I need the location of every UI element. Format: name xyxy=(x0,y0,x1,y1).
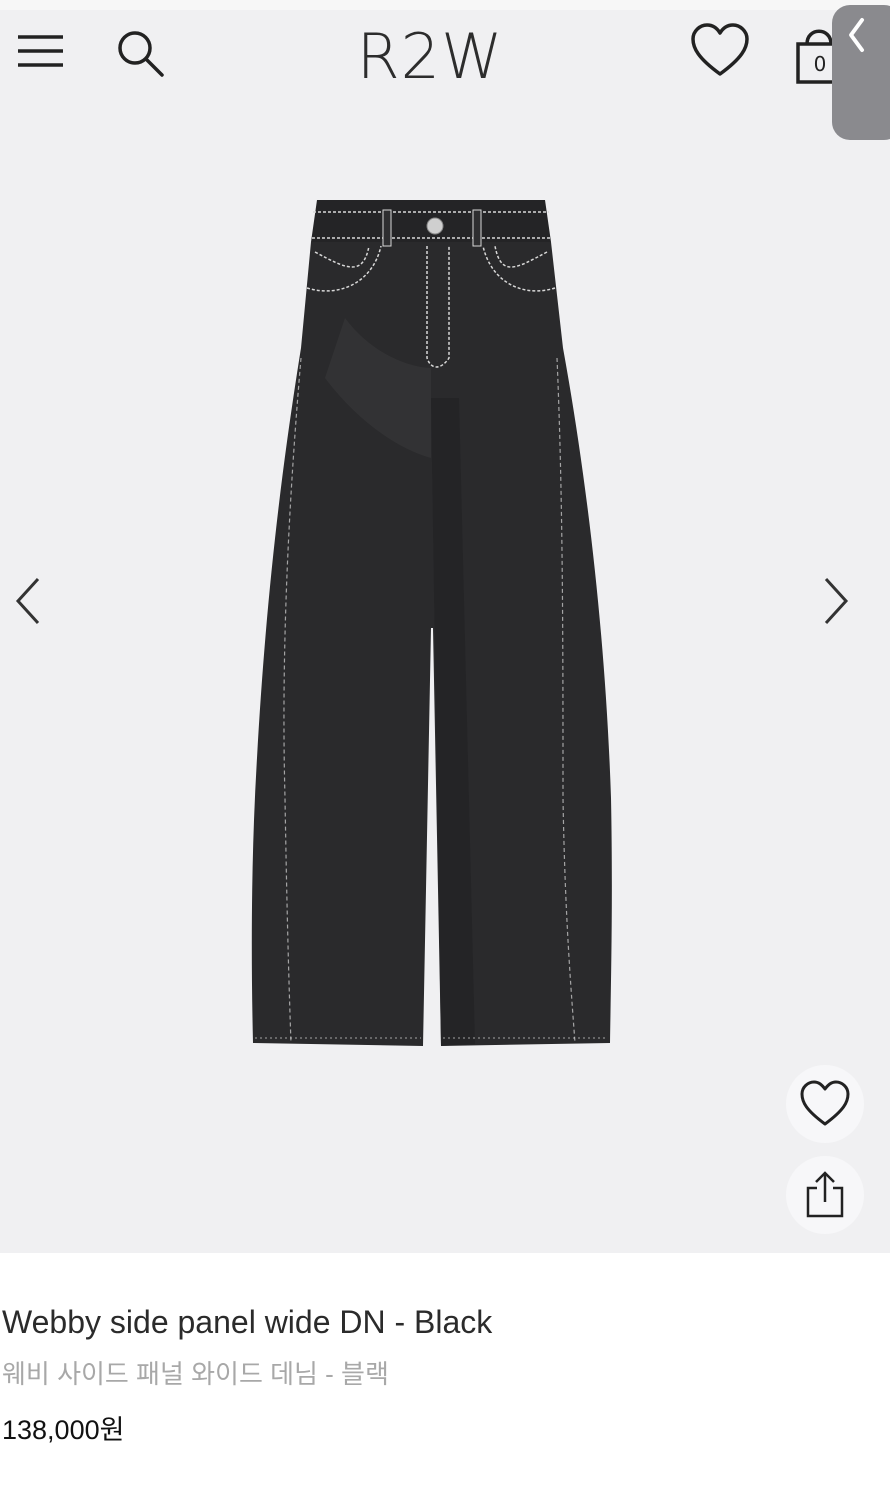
product-title: Webby side panel wide DN - Black xyxy=(2,1304,493,1340)
cart-count-badge: 0 xyxy=(813,52,827,76)
share-icon xyxy=(806,1171,844,1218)
heart-icon[interactable] xyxy=(690,22,750,80)
side-panel-tab[interactable] xyxy=(832,5,890,140)
brand-logo[interactable]: R2W xyxy=(330,26,530,88)
header: R2W 0 xyxy=(0,10,890,100)
product-gallery[interactable]: R2W 0 xyxy=(0,5,890,1253)
product-subtitle: 웨비 사이드 패널 와이드 데님 - 블랙 xyxy=(2,1359,389,1389)
next-image-button[interactable] xyxy=(818,575,854,627)
product-image[interactable] xyxy=(245,198,625,1058)
product-price: 138,000원 xyxy=(2,1415,125,1445)
prev-image-button[interactable] xyxy=(10,575,46,627)
wishlist-button[interactable] xyxy=(786,1065,864,1143)
top-strip xyxy=(0,0,890,10)
share-button[interactable] xyxy=(786,1156,864,1234)
menu-icon[interactable] xyxy=(16,32,66,72)
search-icon[interactable] xyxy=(113,26,167,80)
heart-icon xyxy=(800,1080,850,1126)
chevron-left-icon xyxy=(849,18,864,52)
